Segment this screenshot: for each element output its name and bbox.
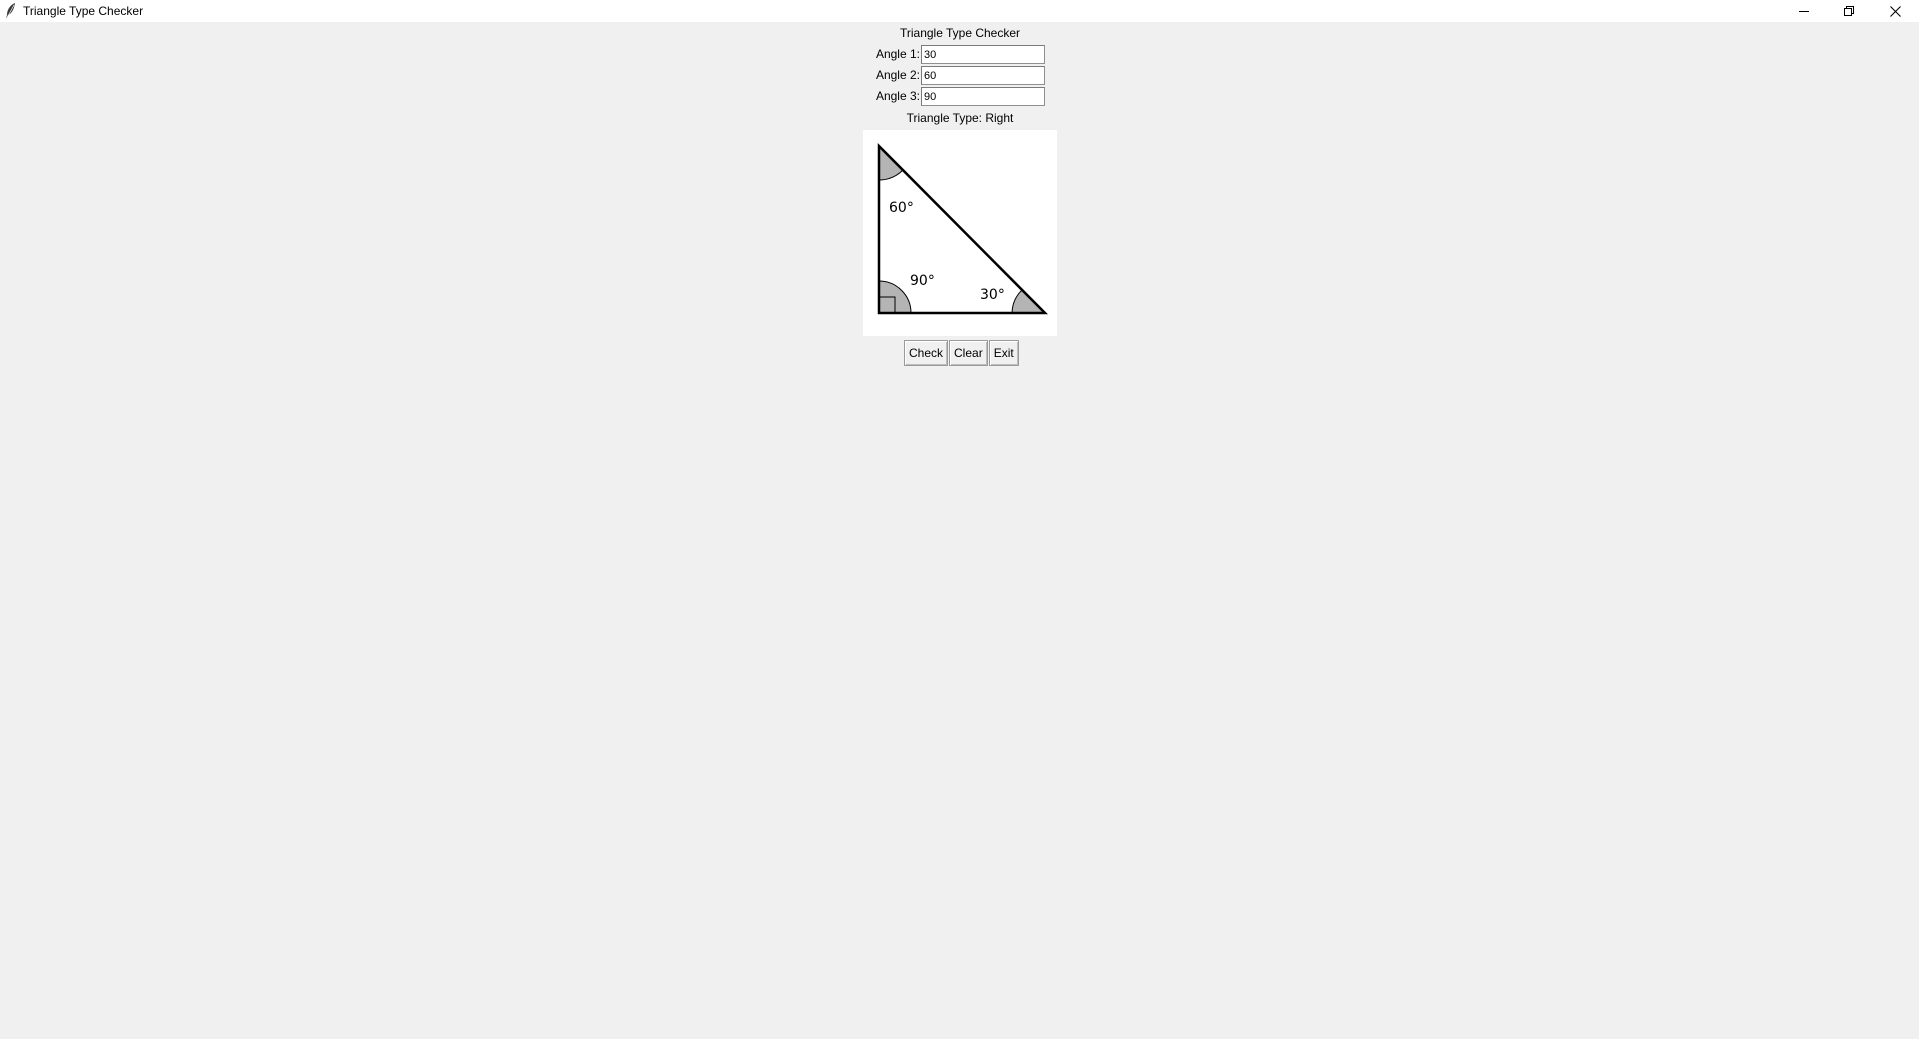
title-bar: Triangle Type Checker [0,0,1919,22]
minimize-icon [1799,6,1809,16]
app-heading: Triangle Type Checker [899,26,1021,40]
angle-2-input[interactable] [921,66,1045,85]
top-angle-label: 60° [889,200,914,216]
triangle-type-result: Triangle Type: Right [906,111,1014,125]
main-window-content: Triangle Type Checker Angle 1: Angle 2: … [0,22,1919,1039]
close-button[interactable] [1872,0,1918,22]
angle-2-label: Angle 2: [875,68,920,82]
check-button[interactable]: Check [904,340,949,366]
close-icon [1889,5,1901,17]
button-row: Check Clear Exit [904,340,1019,366]
triangle-diagram: 60° 90° 30° [877,142,1049,315]
angle-3-label: Angle 3: [875,89,920,103]
triangle-canvas: 60° 90° 30° [863,130,1057,336]
triangle-outline [877,142,1049,315]
exit-button[interactable]: Exit [988,340,1019,366]
minimize-button[interactable] [1781,0,1827,22]
right-angle-label: 90° [910,273,935,289]
window-title: Triangle Type Checker [23,4,144,18]
clear-button[interactable]: Clear [949,340,988,366]
angle-1-label: Angle 1: [875,47,920,61]
bottom-right-angle-label: 30° [980,287,1005,303]
angle-3-input[interactable] [921,87,1045,106]
maximize-icon [1844,6,1854,16]
maximize-button[interactable] [1826,0,1872,22]
feather-icon [4,2,18,20]
angle-1-input[interactable] [921,45,1045,64]
